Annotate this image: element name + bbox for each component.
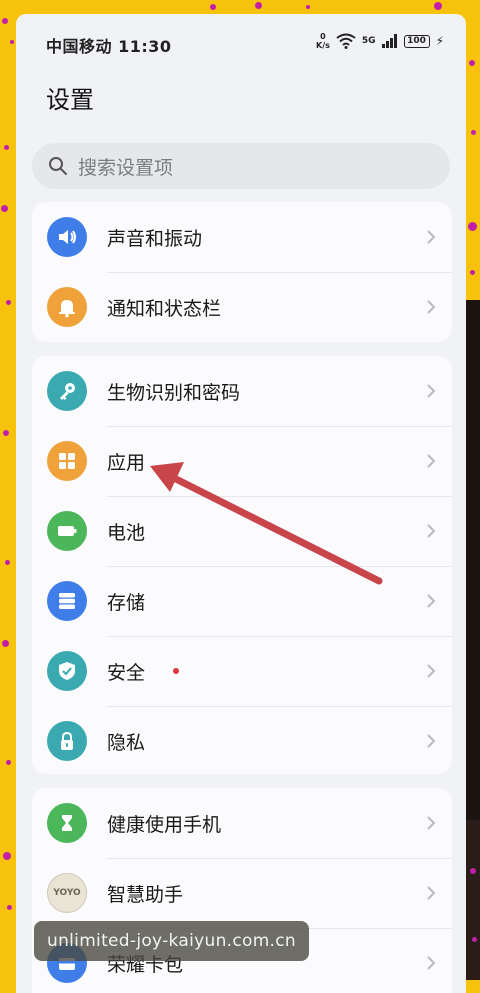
chevron-right-icon	[427, 734, 436, 748]
settings-item-biometrics[interactable]: 生物识别和密码	[32, 356, 452, 426]
settings-item-smart-assistant[interactable]: YOYO 智慧助手	[32, 858, 452, 928]
battery-icon	[47, 511, 87, 551]
search-placeholder: 搜索设置项	[78, 156, 174, 179]
network-speed: 0 K/s	[316, 32, 330, 50]
settings-item-label: 声音和振动	[107, 227, 203, 250]
hourglass-icon	[47, 803, 87, 843]
chevron-right-icon	[427, 594, 436, 608]
chevron-right-icon	[427, 384, 436, 398]
chevron-right-icon	[427, 886, 436, 900]
settings-item-label: 安全	[107, 661, 146, 684]
chevron-right-icon	[427, 230, 436, 244]
wifi-icon	[336, 33, 356, 49]
settings-item-label: 通知和状态栏	[107, 297, 222, 320]
settings-item-label: 智慧助手	[107, 883, 184, 906]
chevron-right-icon	[427, 300, 436, 314]
watermark: unlimited-joy-kaiyun.com.cn	[34, 921, 309, 961]
chevron-right-icon	[427, 664, 436, 678]
chevron-right-icon	[427, 956, 436, 970]
chevron-right-icon	[427, 524, 436, 538]
volume-icon	[47, 217, 87, 257]
apps-grid-icon	[47, 441, 87, 481]
search-icon	[49, 157, 67, 175]
settings-item-label: 隐私	[107, 731, 146, 754]
settings-item-storage[interactable]: 存储	[32, 566, 452, 636]
storage-icon	[47, 581, 87, 621]
settings-item-privacy[interactable]: 隐私	[32, 706, 452, 776]
settings-group-2: 生物识别和密码 应用 电池 存储 安全 隐私	[32, 356, 452, 774]
settings-item-label: 存储	[107, 591, 146, 614]
shield-icon	[47, 651, 87, 691]
settings-item-label: 电池	[107, 521, 146, 544]
chevron-right-icon	[427, 454, 436, 468]
status-bar: 中国移动 11:30 0 K/s 5G 100 ⚡	[16, 14, 466, 70]
notification-badge	[173, 668, 179, 674]
bell-icon	[47, 287, 87, 327]
settings-item-label: 健康使用手机	[107, 813, 222, 836]
signal-icon	[381, 34, 397, 48]
key-icon	[47, 371, 87, 411]
status-icons: 0 K/s 5G 100 ⚡	[316, 32, 444, 50]
settings-item-sound[interactable]: 声音和振动	[32, 202, 452, 272]
settings-item-label: 生物识别和密码	[107, 381, 241, 404]
settings-item-security[interactable]: 安全	[32, 636, 452, 706]
settings-item-label: 应用	[107, 451, 146, 474]
search-input[interactable]: 搜索设置项	[32, 143, 450, 189]
settings-item-battery[interactable]: 电池	[32, 496, 452, 566]
status-carrier-time: 中国移动 11:30	[46, 37, 172, 56]
settings-item-notifications[interactable]: 通知和状态栏	[32, 272, 452, 342]
settings-item-apps[interactable]: 应用	[32, 426, 452, 496]
page-title: 设置	[46, 86, 94, 114]
lock-icon	[47, 721, 87, 761]
charging-icon: ⚡	[435, 34, 444, 48]
settings-group-3: 健康使用手机 YOYO 智慧助手 荣耀卡包	[32, 788, 452, 993]
settings-group-1: 声音和振动 通知和状态栏	[32, 202, 452, 342]
chevron-right-icon	[427, 816, 436, 830]
battery-indicator: 100	[403, 34, 430, 48]
network-type: 5G	[361, 36, 376, 46]
phone-screen: 中国移动 11:30 0 K/s 5G 100 ⚡ 设置 搜索设置项 声音和振动…	[16, 14, 466, 993]
settings-item-digital-wellbeing[interactable]: 健康使用手机	[32, 788, 452, 858]
yoyo-icon: YOYO	[47, 873, 87, 913]
